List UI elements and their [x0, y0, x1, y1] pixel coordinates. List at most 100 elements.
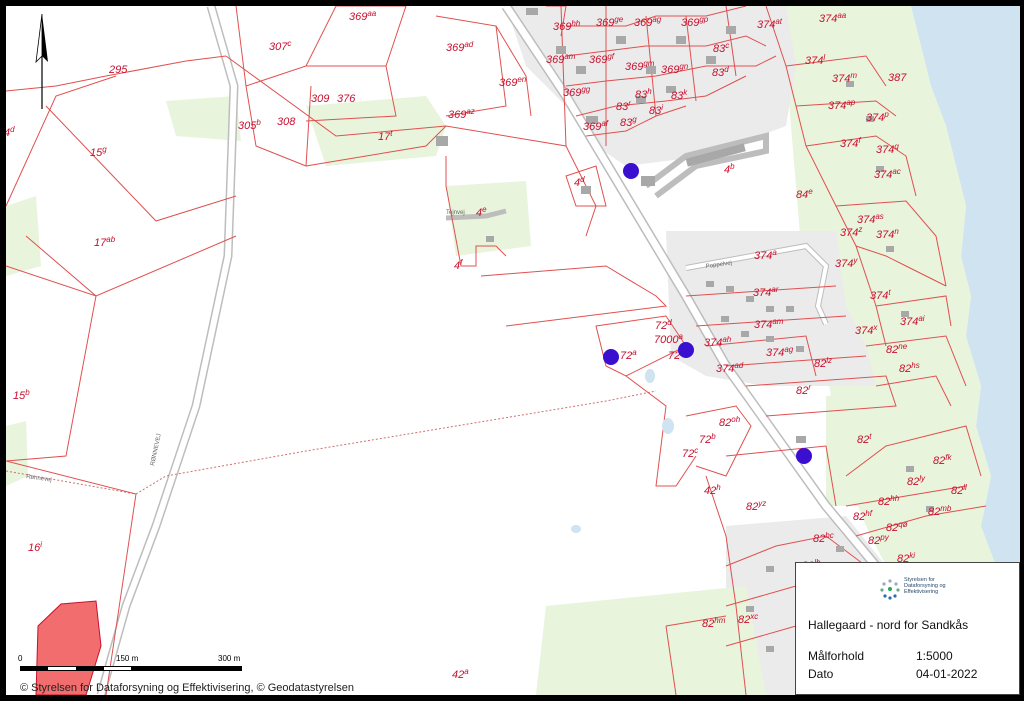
parcel-letter: ge — [614, 15, 623, 24]
parcel-letter: h — [647, 87, 652, 96]
parcel-letter: ad — [464, 40, 473, 49]
parcel-number: 374 — [757, 19, 775, 31]
parcel-label: 4f — [454, 258, 463, 272]
parcel-letter: ly — [919, 474, 926, 483]
parcel-label: 309 — [311, 93, 329, 105]
parcel-number: 15 — [13, 390, 26, 402]
parcel-letter: hh — [890, 494, 899, 503]
parcel-number: 82 — [853, 511, 865, 523]
map-frame: RØNNEVEJ Rønnevej Poppelvej Tejnvej 295 3… — [0, 0, 1024, 701]
parcel-letter: ll — [963, 483, 967, 492]
parcel-letter: aa — [367, 9, 376, 18]
scale-label: Målforhold — [808, 649, 865, 663]
parcel-number: 374 — [855, 325, 873, 337]
parcel-letter: ac — [892, 167, 900, 176]
parcel-letter: a — [632, 348, 637, 357]
parcel-letter: hf — [865, 509, 872, 518]
parcel-letter: oh — [731, 415, 740, 424]
parcel-number: 82 — [702, 618, 714, 630]
parcel-letter: p — [883, 110, 889, 119]
parcel-number: 305 — [238, 120, 257, 132]
parcel-label: 42a — [452, 667, 469, 681]
scale-seg — [76, 667, 104, 670]
parcel-number: 369 — [448, 109, 466, 121]
parcel-number: 376 — [337, 93, 356, 105]
parcel-label: 72b — [699, 432, 716, 446]
parcel-letter: gf — [607, 52, 614, 61]
parcel-letter: c — [287, 39, 291, 48]
parcel-label: 17ab — [94, 235, 116, 249]
parcel-letter: am — [564, 52, 575, 61]
scale-bar-label-start: 0 — [18, 654, 23, 663]
parcel-number: 82 — [857, 434, 869, 446]
marker-point[interactable] — [796, 448, 812, 464]
parcel-number: 374 — [835, 258, 853, 270]
parcel-number: 374 — [819, 13, 837, 25]
parcel-label: 307c — [269, 39, 291, 53]
parcel-letter: ab — [106, 235, 115, 244]
parcel-number: 83 — [671, 90, 684, 102]
green-patch-1 — [306, 96, 446, 166]
parcel-label: 369aa — [349, 9, 377, 23]
parcel-number: 374 — [828, 100, 846, 112]
parcel-number: 369 — [563, 87, 581, 99]
parcel-number: 369 — [681, 17, 699, 29]
parcel-number: 308 — [277, 116, 296, 128]
marker-point[interactable] — [603, 349, 619, 365]
parcel-number: 72 — [682, 448, 694, 460]
parcel-number: 82 — [719, 417, 731, 429]
parcel-number: 369 — [546, 54, 564, 66]
parcel-letter: i — [40, 540, 42, 549]
parcel-number: 374 — [766, 347, 784, 359]
parcel-letter: d — [10, 125, 15, 134]
parcel-number: 84 — [796, 189, 808, 201]
parcel-number: 307 — [269, 41, 288, 53]
parcel-label: 15b — [13, 388, 30, 402]
pond-3 — [571, 525, 581, 533]
parcel-letter: af — [601, 119, 608, 128]
parcel-label: 72a — [620, 348, 637, 362]
parcel-letter: gg — [581, 85, 590, 94]
parcel-number: 374 — [754, 250, 772, 262]
parcel-number: 7000 — [654, 334, 679, 346]
parcel-letter: c — [725, 41, 729, 50]
parcel-letter: gp — [699, 15, 708, 24]
parcel-letter: bc — [825, 531, 833, 540]
parcel-number: 374 — [753, 287, 771, 299]
parcel-letter: mb — [940, 504, 952, 513]
parcel-letter: as — [875, 212, 883, 221]
parcel-number: 369 — [596, 17, 614, 29]
parcel-letter: d — [580, 175, 585, 184]
parcel-letter: yz — [757, 499, 766, 508]
scale-bar-label-end: 300 m — [218, 654, 241, 663]
parcel-number: 82 — [814, 358, 826, 370]
parcel-label: 369az — [448, 107, 475, 121]
parcel-number: 83 — [616, 101, 629, 113]
parcel-number: 374 — [840, 227, 858, 239]
parcel-number: 369 — [499, 77, 517, 89]
parcel-number: 369 — [661, 64, 679, 76]
parcel-letter: ah — [722, 335, 731, 344]
pond-2 — [645, 369, 655, 383]
parcel-number: 309 — [311, 93, 329, 105]
road-label-ronnevej-2: Rønnevej — [26, 474, 52, 484]
parcel-letter: hs — [911, 361, 919, 370]
parcel-label: 4d — [6, 125, 15, 139]
parcel-label: 369en — [499, 75, 527, 89]
parcel-number: 82 — [738, 614, 750, 626]
marker-point[interactable] — [678, 342, 694, 358]
parcel-number: 82 — [907, 476, 919, 488]
parcel-label: 295 — [108, 64, 128, 76]
parcel-number: 369 — [446, 42, 464, 54]
parcel-letter: am — [772, 317, 783, 326]
parcel-letter: r — [628, 99, 631, 108]
parcel-number: 369 — [589, 54, 607, 66]
parcel-number: 374 — [704, 337, 722, 349]
parcel-label: 305b — [238, 118, 261, 132]
parcel-number: 82 — [878, 496, 890, 508]
parcel-label: 72d — [655, 318, 672, 332]
parcel-label: 4b — [724, 162, 735, 176]
agency-logo-line: Effektivisering — [904, 589, 939, 595]
north-arrow-icon — [35, 14, 48, 109]
marker-point[interactable] — [623, 163, 639, 179]
